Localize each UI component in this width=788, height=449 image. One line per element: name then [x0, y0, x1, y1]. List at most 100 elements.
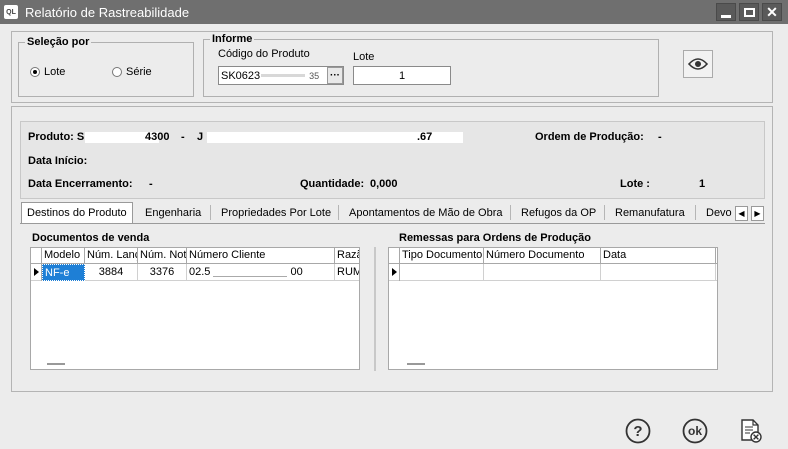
- tab-propriedades-lote[interactable]: Propriedades Por Lote: [216, 202, 336, 223]
- cell-modelo[interactable]: NF-e: [42, 264, 85, 281]
- tab-remanufatura[interactable]: Remanufatura: [610, 202, 690, 223]
- help-button[interactable]: ?: [625, 418, 651, 444]
- arrow-right-icon: ▶: [754, 209, 761, 218]
- horizontal-scroll-thumb[interactable]: [407, 363, 425, 365]
- tab-destinos-produto[interactable]: Destinos do Produto: [21, 202, 133, 223]
- visualizar-button[interactable]: [683, 50, 713, 78]
- data-encerramento-label: Data Encerramento:: [28, 178, 133, 190]
- tab-label: Refugos da OP: [521, 206, 597, 219]
- col-num-cliente[interactable]: Número Cliente: [187, 248, 335, 264]
- codigo-produto-redaction: [261, 74, 306, 77]
- tab-apontamentos[interactable]: Apontamentos de Mão de Obra: [344, 202, 507, 223]
- col-num-nota[interactable]: Núm. Not: [138, 248, 187, 264]
- tab-devolucao[interactable]: Devo: [701, 202, 735, 223]
- table-row[interactable]: [389, 264, 717, 281]
- row-selector-header: [389, 248, 400, 264]
- selecao-title: Seleção por: [25, 36, 92, 48]
- radio-lote-dot: [30, 67, 40, 77]
- tab-scroll-left-button[interactable]: ◀: [735, 206, 748, 221]
- close-report-button[interactable]: [739, 418, 763, 444]
- filter-panel: Seleção por Lote Série Informe Código do…: [11, 31, 773, 103]
- codigo-lookup-button[interactable]: ···: [327, 67, 343, 84]
- codigo-produto-value: SK0623: [221, 69, 261, 82]
- lote-info-value: 1: [699, 178, 706, 190]
- docs-venda-header: Modelo Núm. Lanç Núm. Not Número Cliente…: [31, 248, 359, 264]
- docs-venda-title: Documentos de venda: [32, 232, 150, 244]
- maximize-icon: [743, 7, 755, 17]
- produto-separator: -: [181, 131, 185, 143]
- lote-input[interactable]: 1: [353, 66, 451, 85]
- col-num-lanc[interactable]: Núm. Lanç: [85, 248, 138, 264]
- document-close-icon: [741, 419, 762, 443]
- minimize-button[interactable]: [716, 3, 736, 21]
- lote-value: 1: [398, 69, 406, 82]
- produto-label: Produto: S: [28, 131, 85, 143]
- cell-data[interactable]: [601, 264, 716, 281]
- row-selector: [389, 264, 400, 281]
- radio-serie-dot: [112, 67, 122, 77]
- tab-label: Propriedades Por Lote: [221, 206, 332, 219]
- minimize-icon: [721, 14, 731, 18]
- tab-engenharia[interactable]: Engenharia: [140, 202, 206, 223]
- product-info-panel: Produto: S 4300 - J .67 Ordem de Produçã…: [20, 121, 765, 199]
- cell-numero-documento[interactable]: [484, 264, 601, 281]
- cell-num-lanc[interactable]: 3884: [85, 264, 138, 281]
- lote-label: Lote: [353, 51, 375, 63]
- tab-label: Remanufatura: [615, 206, 685, 219]
- app-icon: QL: [4, 5, 18, 19]
- codigo-produto-input[interactable]: SK0623 35 ···: [218, 66, 344, 85]
- title-bar: QL Relatório de Rastreabilidade ✕: [0, 0, 788, 24]
- col-modelo[interactable]: Modelo: [42, 248, 85, 264]
- ok-button[interactable]: ok: [682, 418, 708, 444]
- arrow-left-icon: ◀: [738, 209, 745, 218]
- lote-info-label: Lote :: [620, 178, 650, 190]
- col-tipo-documento[interactable]: Tipo Documento: [400, 248, 484, 264]
- window-title: Relatório de Rastreabilidade: [25, 4, 190, 20]
- cell-num-nota[interactable]: 3376: [138, 264, 187, 281]
- col-numero-documento[interactable]: Número Documento: [484, 248, 601, 264]
- remessas-grid[interactable]: Tipo Documento Número Documento Data: [388, 247, 718, 370]
- horizontal-scroll-thumb[interactable]: [47, 363, 65, 365]
- remessas-header: Tipo Documento Número Documento Data: [389, 248, 717, 264]
- quantidade-label: Quantidade:: [300, 178, 365, 190]
- num-cliente-tail: 00: [290, 266, 303, 278]
- radio-serie[interactable]: Série: [112, 66, 152, 78]
- radio-lote[interactable]: Lote: [30, 66, 65, 78]
- panel-splitter[interactable]: [374, 247, 376, 371]
- cell-tipo-documento[interactable]: [400, 264, 484, 281]
- tab-refugos-op[interactable]: Refugos da OP: [516, 202, 601, 223]
- tab-label: Engenharia: [145, 206, 202, 219]
- help-icon-text: ?: [633, 422, 643, 440]
- col-data[interactable]: Data: [601, 248, 716, 264]
- close-icon: ✕: [766, 4, 778, 20]
- num-cliente-redaction: [213, 267, 288, 278]
- num-cliente-value: 02.5: [189, 266, 211, 278]
- col-razao[interactable]: Razã: [335, 248, 359, 264]
- informe-group: Informe Código do Produto SK0623 35 ··· …: [203, 33, 659, 97]
- tab-separator: [510, 205, 511, 220]
- data-encerramento-value: -: [149, 178, 153, 190]
- ok-icon-text: ok: [687, 424, 702, 438]
- current-row-icon: [34, 268, 39, 276]
- close-button[interactable]: ✕: [762, 3, 782, 21]
- current-row-icon: [392, 268, 397, 276]
- docs-venda-grid[interactable]: Modelo Núm. Lanç Núm. Not Número Cliente…: [30, 247, 360, 370]
- radio-serie-label: Série: [126, 66, 152, 78]
- produto-desc-fragment: .67: [417, 131, 433, 143]
- cell-num-cliente[interactable]: 02.5 00: [187, 264, 335, 281]
- tab-label: Apontamentos de Mão de Obra: [349, 206, 503, 219]
- ordem-producao-value: -: [658, 131, 662, 143]
- table-row[interactable]: NF-e 3884 3376 02.5 00 RUM: [31, 264, 359, 281]
- tab-baseline: [20, 223, 765, 224]
- codigo-produto-suffix: 35: [309, 70, 320, 81]
- tab-scroll-right-button[interactable]: ▶: [751, 206, 764, 221]
- data-inicio-label: Data Início:: [28, 155, 88, 167]
- tab-separator: [338, 205, 339, 220]
- tab-separator: [695, 205, 696, 220]
- cell-razao[interactable]: RUM: [335, 264, 359, 281]
- maximize-button[interactable]: [739, 3, 759, 21]
- informe-title: Informe: [210, 33, 255, 45]
- selecao-group: Seleção por Lote Série: [18, 36, 194, 97]
- produto-desc-start: J: [197, 131, 204, 143]
- row-selector-header: [31, 248, 42, 264]
